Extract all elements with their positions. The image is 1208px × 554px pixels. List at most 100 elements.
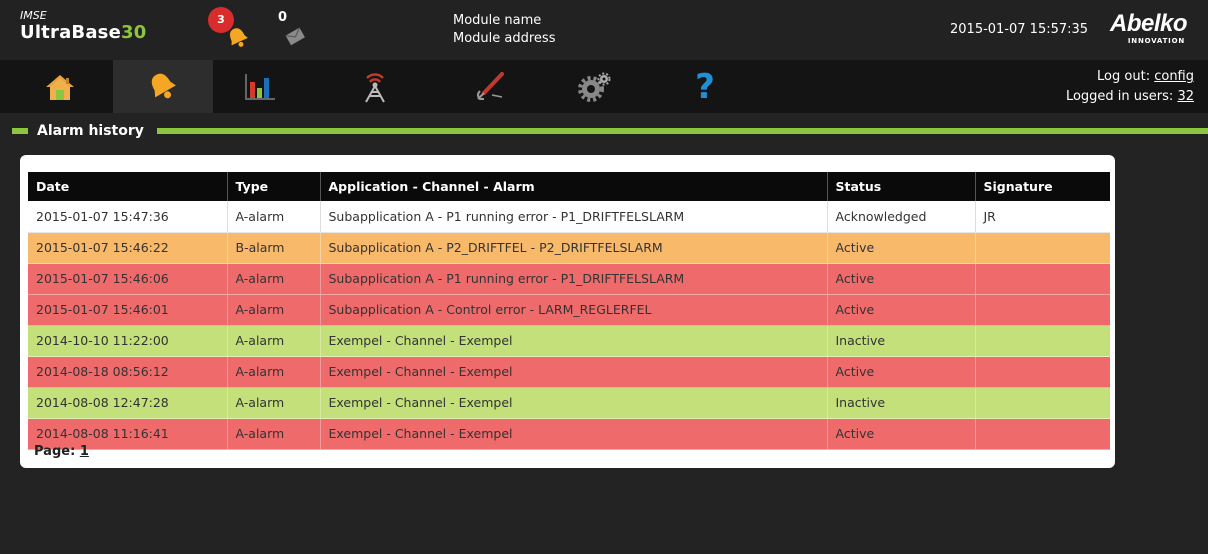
nav-settings[interactable] bbox=[545, 60, 645, 113]
message-count: 0 bbox=[278, 10, 288, 25]
cell-signature bbox=[975, 387, 1110, 419]
cell-signature bbox=[975, 356, 1110, 388]
cell-type: A-alarm bbox=[227, 325, 321, 357]
logged-in-line: Logged in users: 32 bbox=[1066, 87, 1194, 107]
page-link-1[interactable]: 1 bbox=[80, 444, 89, 459]
column-header-status[interactable]: Status bbox=[827, 172, 976, 201]
table-row[interactable]: 2015-01-07 15:46:01 A-alarm Subapplicati… bbox=[28, 294, 1110, 326]
cell-status: Inactive bbox=[827, 325, 976, 357]
nav-charts[interactable] bbox=[210, 60, 310, 113]
table-row[interactable]: 2014-10-10 11:22:00 A-alarm Exempel - Ch… bbox=[28, 325, 1110, 357]
table-header-row: Date Type Application - Channel - Alarm … bbox=[28, 172, 1110, 201]
top-header: IMSE UltraBase30 3 0 Module name Module … bbox=[0, 0, 1208, 60]
cell-description: Subapplication A - P2_DRIFTFEL - P2_DRIF… bbox=[320, 232, 828, 264]
column-header-description[interactable]: Application - Channel - Alarm bbox=[320, 172, 828, 201]
cell-date: 2015-01-07 15:46:01 bbox=[28, 294, 228, 326]
cell-description: Exempel - Channel - Exempel bbox=[320, 387, 828, 419]
cell-signature bbox=[975, 263, 1110, 295]
module-address: Module address bbox=[453, 31, 556, 46]
help-icon: ? bbox=[695, 66, 715, 107]
brand-number: 30 bbox=[121, 22, 147, 43]
column-header-date[interactable]: Date bbox=[28, 172, 228, 201]
envelope-icon bbox=[285, 27, 305, 46]
cell-status: Acknowledged bbox=[827, 201, 976, 233]
message-indicator[interactable]: 0 bbox=[274, 10, 314, 54]
cell-description: Subapplication A - P1 running error - P1… bbox=[320, 201, 828, 233]
nav-help[interactable]: ? bbox=[655, 60, 755, 113]
cell-date: 2014-08-08 12:47:28 bbox=[28, 387, 228, 419]
logout-label: Log out: bbox=[1097, 69, 1151, 84]
logo-sub: INNOVATION bbox=[1127, 37, 1185, 45]
nav-home[interactable] bbox=[10, 60, 110, 113]
table-row[interactable]: 2014-08-08 12:47:28 A-alarm Exempel - Ch… bbox=[28, 387, 1110, 419]
session-info: Log out: config Logged in users: 32 bbox=[1066, 67, 1194, 107]
brand-name: UltraBase30 bbox=[20, 22, 146, 44]
cell-type: A-alarm bbox=[227, 387, 321, 419]
alarm-indicator[interactable]: 3 bbox=[208, 5, 258, 53]
logged-in-label: Logged in users: bbox=[1065, 89, 1174, 104]
app-root: IMSE UltraBase30 3 0 Module name Module … bbox=[0, 0, 1208, 554]
cell-type: B-alarm bbox=[227, 232, 321, 264]
nav-alarms[interactable] bbox=[113, 60, 213, 113]
tools-icon bbox=[477, 71, 504, 100]
table-row[interactable]: 2015-01-07 15:46:22 B-alarm Subapplicati… bbox=[28, 232, 1110, 264]
cell-status: Active bbox=[827, 263, 976, 295]
nav-communication[interactable] bbox=[325, 60, 425, 113]
brand-prefix: IMSE bbox=[20, 9, 47, 22]
bell-icon bbox=[151, 73, 176, 98]
logout-link[interactable]: config bbox=[1154, 69, 1194, 84]
table-row[interactable]: 2015-01-07 15:46:06 A-alarm Subapplicati… bbox=[28, 263, 1110, 295]
cell-signature bbox=[975, 418, 1110, 450]
column-header-type[interactable]: Type bbox=[227, 172, 321, 201]
logged-in-users-link[interactable]: 32 bbox=[1177, 89, 1194, 104]
module-info: Module name Module address bbox=[453, 12, 555, 48]
section-bar-left bbox=[12, 128, 28, 134]
nav-tools[interactable] bbox=[440, 60, 540, 113]
brand: IMSE UltraBase30 bbox=[20, 10, 146, 44]
cell-date: 2014-08-18 08:56:12 bbox=[28, 356, 228, 388]
cell-type: A-alarm bbox=[227, 201, 321, 233]
cell-status: Active bbox=[827, 356, 976, 388]
cell-type: A-alarm bbox=[227, 356, 321, 388]
cell-signature bbox=[975, 232, 1110, 264]
table-row[interactable]: 2014-08-08 11:16:41 A-alarm Exempel - Ch… bbox=[28, 418, 1110, 450]
cell-signature bbox=[975, 325, 1110, 357]
cell-description: Exempel - Channel - Exempel bbox=[320, 356, 828, 388]
logo-name: Abelko bbox=[1109, 10, 1188, 37]
pagination: Page: 1 bbox=[34, 444, 89, 459]
cell-type: A-alarm bbox=[227, 294, 321, 326]
cell-description: Subapplication A - P1 running error - P1… bbox=[320, 263, 828, 295]
alarm-history-panel: Date Type Application - Channel - Alarm … bbox=[20, 155, 1115, 468]
bell-icon bbox=[230, 28, 248, 47]
section-bar-right bbox=[157, 128, 1208, 134]
cell-status: Active bbox=[827, 232, 976, 264]
cell-description: Exempel - Channel - Exempel bbox=[320, 325, 828, 357]
cell-signature: JR bbox=[975, 201, 1110, 233]
gears-icon bbox=[578, 72, 611, 102]
cell-date: 2015-01-07 15:46:22 bbox=[28, 232, 228, 264]
cell-description: Exempel - Channel - Exempel bbox=[320, 418, 828, 450]
page-label: Page: bbox=[34, 444, 76, 459]
cell-date: 2015-01-07 15:47:36 bbox=[28, 201, 228, 233]
alarm-table: Date Type Application - Channel - Alarm … bbox=[28, 172, 1110, 450]
table-row[interactable]: 2014-08-18 08:56:12 A-alarm Exempel - Ch… bbox=[28, 356, 1110, 388]
cell-signature bbox=[975, 294, 1110, 326]
main-nav: ? Log out: config Logged in users: 32 bbox=[0, 60, 1208, 113]
column-header-signature[interactable]: Signature bbox=[975, 172, 1110, 201]
cell-date: 2015-01-07 15:46:06 bbox=[28, 263, 228, 295]
antenna-icon bbox=[365, 72, 385, 102]
table-row[interactable]: 2015-01-07 15:47:36 A-alarm Subapplicati… bbox=[28, 201, 1110, 233]
cell-status: Active bbox=[827, 294, 976, 326]
cell-description: Subapplication A - Control error - LARM_… bbox=[320, 294, 828, 326]
cell-status: Inactive bbox=[827, 387, 976, 419]
cell-status: Active bbox=[827, 418, 976, 450]
logout-line: Log out: config bbox=[1066, 67, 1194, 87]
section-header: Alarm history bbox=[0, 122, 1208, 140]
current-datetime: 2015-01-07 15:57:35 bbox=[950, 22, 1089, 37]
brand-name-text: UltraBase bbox=[20, 22, 122, 43]
abelko-logo: Abelko INNOVATION bbox=[1097, 10, 1188, 46]
cell-date: 2014-10-10 11:22:00 bbox=[28, 325, 228, 357]
cell-type: A-alarm bbox=[227, 263, 321, 295]
bar-chart-icon bbox=[245, 73, 275, 100]
page-title: Alarm history bbox=[37, 123, 144, 139]
